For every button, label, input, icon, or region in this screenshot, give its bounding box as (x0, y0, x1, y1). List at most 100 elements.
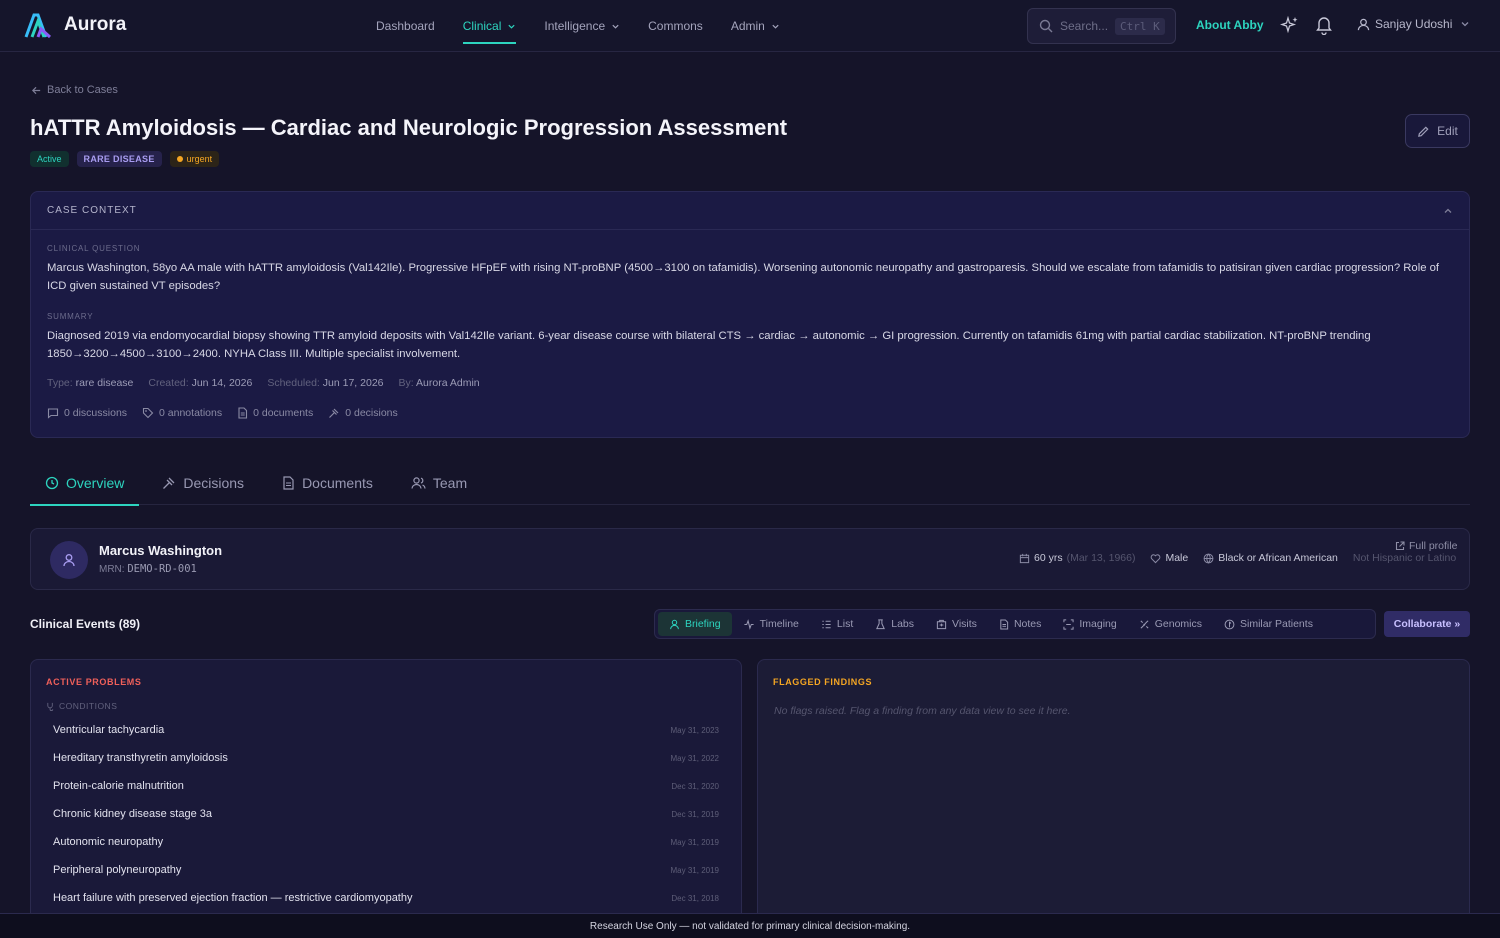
documents-count[interactable]: 0 documents (237, 407, 313, 419)
conditions-label: CONDITIONS (46, 701, 117, 711)
list-item[interactable]: Peripheral polyneuropathy May 31, 2019 (53, 864, 719, 876)
flagged-empty-state: No flags raised. Flag a finding from any… (774, 705, 1071, 717)
view-tab-timeline[interactable]: Timeline (732, 612, 810, 636)
decisions-count[interactable]: 0 decisions (328, 407, 398, 419)
edit-button[interactable]: Edit (1405, 114, 1470, 148)
discussions-count-label: 0 discussions (64, 407, 128, 419)
heart-icon (1151, 553, 1161, 563)
case-context-title: CASE CONTEXT (47, 205, 137, 216)
top-navbar: Aurora Dashboard Clinical Intelligence C… (0, 0, 1500, 52)
arrow-left-icon (31, 86, 41, 94)
problem-date: May 31, 2019 (670, 865, 719, 875)
nav-label: Dashboard (376, 19, 435, 33)
summary-text: Diagnosed 2019 via endomyocardial biopsy… (47, 330, 1371, 360)
tab-overview[interactable]: Overview (30, 460, 140, 506)
global-search[interactable]: Search... Ctrl K (1027, 8, 1176, 44)
chevron-down-icon (1461, 22, 1469, 27)
dna-icon (1140, 619, 1149, 629)
avatar (50, 541, 88, 579)
chat-icon (47, 408, 59, 419)
discussions-count[interactable]: 0 discussions (47, 407, 127, 419)
tab-decisions[interactable]: Decisions (147, 460, 259, 505)
flask-icon (876, 618, 886, 629)
about-abby-link[interactable]: About Abby (1196, 18, 1264, 32)
category-badge: RARE DISEASE (76, 151, 162, 167)
back-label: Back to Cases (47, 84, 118, 96)
view-tab-similar-patients[interactable]: Similar Patients (1213, 612, 1324, 636)
view-tab-imaging[interactable]: Imaging (1052, 612, 1127, 636)
back-to-cases-link[interactable]: Back to Cases (31, 84, 118, 96)
user-menu[interactable]: Sanjay Udoshi (1357, 17, 1470, 31)
case-badges: Active RARE DISEASE urgent (30, 151, 220, 167)
priority-label: urgent (186, 154, 213, 164)
nav-item-dashboard[interactable]: Dashboard (376, 0, 435, 52)
meta-type-value: rare disease (75, 377, 134, 389)
problem-date: Dec 31, 2020 (671, 781, 719, 791)
mrn-label: MRN: (99, 564, 125, 575)
bell-icon (1316, 17, 1332, 35)
view-tab-notes[interactable]: Notes (988, 612, 1052, 636)
meta-type-label: Type: (47, 377, 73, 389)
document-icon (238, 407, 248, 419)
sparkles-icon (1280, 15, 1298, 34)
nav-label: Admin (730, 19, 765, 33)
search-placeholder: Search... (1060, 19, 1109, 33)
full-profile-link[interactable]: Full profile (1395, 540, 1457, 552)
list-item[interactable]: Protein-calorie malnutrition Dec 31, 2020 (53, 780, 719, 792)
active-problems-panel: ACTIVE PROBLEMS CONDITIONS Ventricular t… (30, 659, 742, 938)
decisions-count-label: 0 decisions (345, 407, 398, 419)
tab-team[interactable]: Team (396, 460, 482, 505)
user-name: Sanjay Udoshi (1375, 17, 1453, 31)
sparkle-button[interactable] (1280, 15, 1300, 35)
problem-date: Dec 31, 2019 (671, 809, 719, 819)
patient-race-value: Black or African American (1218, 552, 1338, 564)
annotations-count[interactable]: 0 annotations (142, 407, 222, 419)
nav-item-commons[interactable]: Commons (648, 0, 703, 52)
nav-item-admin[interactable]: Admin (731, 0, 780, 52)
app-logo[interactable]: Aurora (24, 12, 126, 38)
view-tab-briefing[interactable]: Briefing (658, 612, 732, 636)
tab-label: Team (432, 474, 468, 491)
patient-sex-value: Male (1165, 552, 1189, 564)
patient-dob: (Mar 13, 1966) (1066, 552, 1136, 564)
nav-item-clinical[interactable]: Clinical (462, 0, 517, 52)
view-tab-genomics[interactable]: Genomics (1128, 612, 1213, 636)
meta-created: Created: Jun 14, 2026 (148, 377, 252, 389)
view-tab-list[interactable]: List (810, 612, 864, 636)
notifications-button[interactable] (1315, 15, 1333, 35)
list-item[interactable]: Ventricular tachycardia May 31, 2023 (53, 724, 719, 736)
events-view-tabs: Briefing Timeline List Labs Visits Notes… (654, 609, 1376, 639)
aurora-logo-icon (24, 13, 51, 38)
case-counts: 0 discussions 0 annotations 0 documents … (47, 407, 398, 419)
tab-label: Overview (66, 474, 125, 491)
calendar-icon (1019, 553, 1030, 563)
list-item[interactable]: Heart failure with preserved ejection fr… (53, 892, 719, 904)
meta-scheduled: Scheduled: Jun 17, 2026 (267, 377, 383, 389)
tab-documents[interactable]: Documents (267, 460, 388, 505)
collaborate-button[interactable]: Collaborate » (1384, 611, 1470, 637)
patient-demographics: 60 yrs (Mar 13, 1966) Male Black or Afri… (1019, 552, 1456, 564)
stethoscope-icon (47, 702, 54, 711)
problem-name: Heart failure with preserved ejection fr… (53, 892, 413, 904)
problem-date: May 31, 2022 (670, 753, 719, 763)
list-item[interactable]: Hereditary transthyretin amyloidosis May … (53, 752, 719, 764)
tag-icon (142, 407, 154, 419)
research-disclaimer: Research Use Only — not validated for pr… (0, 913, 1500, 938)
flagged-findings-panel: FLAGGED FINDINGS No flags raised. Flag a… (757, 659, 1470, 938)
search-shortcut: Ctrl K (1115, 17, 1165, 35)
nav-item-intelligence[interactable]: Intelligence (544, 0, 620, 52)
clinical-events-title: Clinical Events (89) (30, 617, 141, 631)
app-name: Aurora (64, 14, 127, 35)
problem-name: Peripheral polyneuropathy (53, 864, 182, 876)
view-tab-labs[interactable]: Labs (864, 612, 925, 636)
problem-name: Chronic kidney disease stage 3a (53, 808, 212, 820)
chevron-up-icon[interactable] (1443, 206, 1453, 216)
patient-age-value: 60 yrs (1034, 552, 1063, 564)
list-item[interactable]: Chronic kidney disease stage 3a Dec 31, 2… (53, 808, 719, 820)
problem-name: Ventricular tachycardia (53, 724, 165, 736)
building-icon (936, 619, 947, 629)
chevron-down-icon (612, 24, 619, 29)
list-item[interactable]: Autonomic neuropathy May 31, 2019 (53, 836, 719, 848)
case-context-header[interactable]: CASE CONTEXT (31, 192, 1469, 230)
view-tab-visits[interactable]: Visits (925, 612, 988, 636)
